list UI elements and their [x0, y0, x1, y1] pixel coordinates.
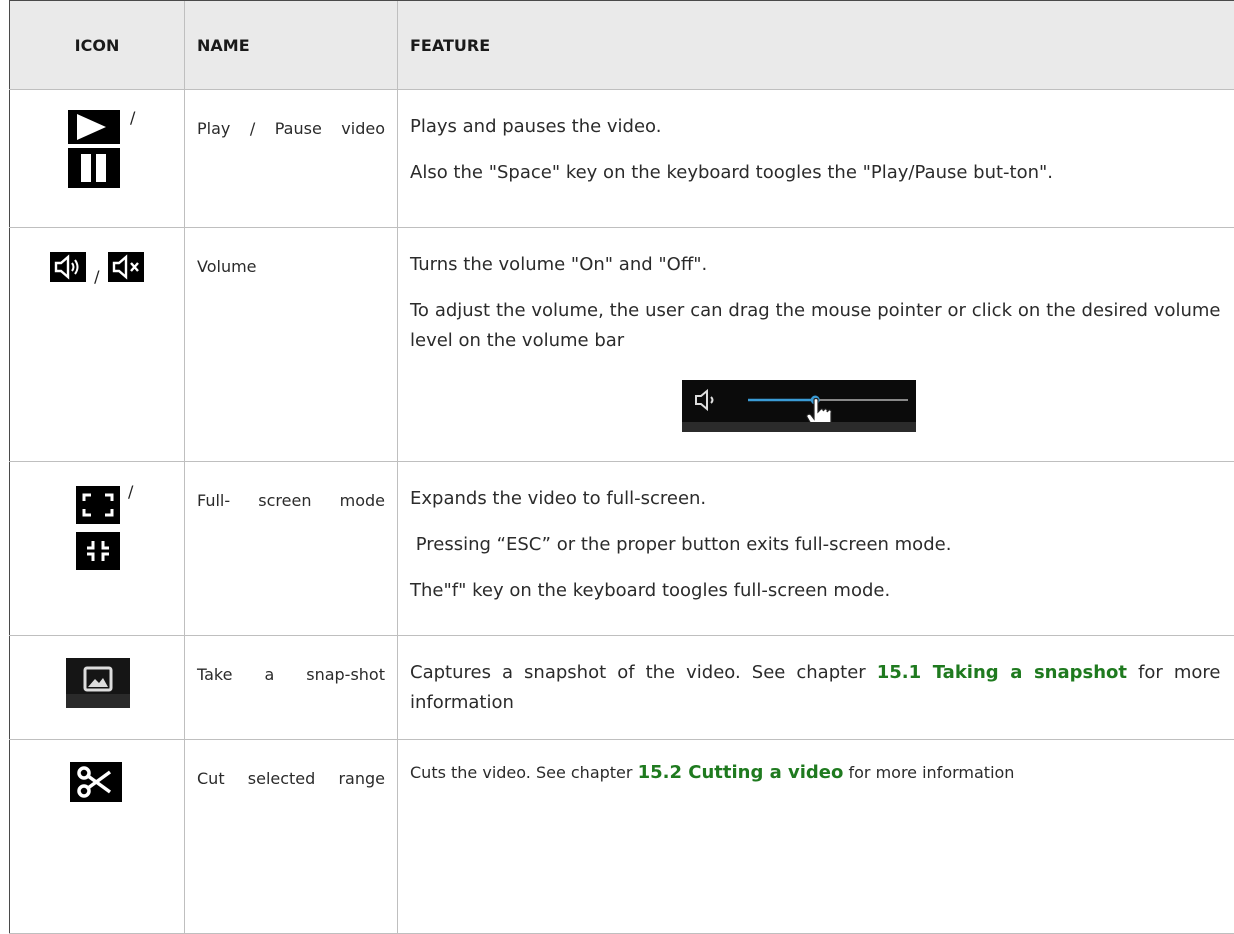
- feature-text: Captures a snapshot of the video. See ch…: [410, 662, 877, 683]
- feature-text: Expands the video to full-screen.: [410, 484, 1221, 514]
- name-cell: Volume: [185, 228, 398, 462]
- volume-on-icon: [50, 252, 86, 282]
- chapter-link-cut[interactable]: 15.2 Cutting a video: [638, 762, 844, 783]
- icon-cell: [10, 740, 185, 934]
- feature-text: The"f" key on the keyboard toogles full-…: [410, 576, 1221, 606]
- volume-bar-screenshot: [682, 380, 916, 432]
- table-row-volume: / Volume Turns the volume "On" and "Off"…: [10, 228, 1234, 462]
- name-cell: Take a snap-shot: [185, 636, 398, 740]
- icon-separator: /: [128, 482, 133, 501]
- feature-table: ICON NAME FEATURE / Pl: [9, 0, 1234, 934]
- name-cell: Full- screen mode: [185, 462, 398, 636]
- fullscreen-exit-icon: [76, 532, 120, 570]
- icon-cell: /: [10, 90, 185, 228]
- feature-text: Pressing “ESC” or the proper button exit…: [410, 530, 1221, 560]
- table-header-row: ICON NAME FEATURE: [10, 1, 1234, 90]
- feature-cell: Turns the volume "On" and "Off". To adju…: [398, 228, 1234, 462]
- header-name: NAME: [185, 1, 398, 90]
- play-icon: [68, 110, 120, 144]
- table-row-fullscreen: / Full- screen mode Expands the video to…: [10, 462, 1234, 636]
- volume-off-icon: [108, 252, 144, 282]
- icon-cell: /: [10, 228, 185, 462]
- icon-separator: /: [130, 108, 135, 127]
- table-row-cut: Cut selected range Cuts the video. See c…: [10, 740, 1234, 934]
- feature-cell: Expands the video to full-screen. Pressi…: [398, 462, 1234, 636]
- feature-text: Also the "Space" key on the keyboard too…: [410, 158, 1221, 188]
- scissors-icon: [70, 762, 122, 802]
- header-icon: ICON: [10, 1, 185, 90]
- feature-text: Plays and pauses the video.: [410, 112, 1221, 142]
- table-row-snapshot: Take a snap-shot Captures a snapshot of …: [10, 636, 1234, 740]
- snapshot-icon: [66, 658, 130, 708]
- icon-separator: /: [94, 267, 99, 286]
- name-cell: Play / Pause video: [185, 90, 398, 228]
- feature-text: To adjust the volume, the user can drag …: [410, 296, 1221, 356]
- table-row-play-pause: / Play / Pause video Plays and pauses th…: [10, 90, 1234, 228]
- icon-cell: [10, 636, 185, 740]
- pause-icon: [68, 148, 120, 188]
- feature-text: Cuts the video. See chapter: [410, 763, 638, 782]
- icon-cell: /: [10, 462, 185, 636]
- feature-cell: Plays and pauses the video. Also the "Sp…: [398, 90, 1234, 228]
- feature-cell: Captures a snapshot of the video. See ch…: [398, 636, 1234, 740]
- name-cut: Cut selected range: [197, 768, 385, 790]
- feature-text: Turns the volume "On" and "Off".: [410, 250, 1221, 280]
- name-cell: Cut selected range: [185, 740, 398, 934]
- header-feature: FEATURE: [398, 1, 1234, 90]
- fullscreen-enter-icon: [76, 486, 120, 524]
- feature-cell: Cuts the video. See chapter 15.2 Cutting…: [398, 740, 1234, 934]
- name-snapshot: Take a snap-shot: [197, 664, 385, 686]
- name-fullscreen: Full- screen mode: [197, 490, 385, 512]
- name-volume: Volume: [197, 257, 257, 276]
- name-play-pause: Play / Pause video: [197, 118, 385, 140]
- feature-text: for more information: [843, 763, 1014, 782]
- chapter-link-snapshot[interactable]: 15.1 Taking a snapshot: [877, 662, 1127, 683]
